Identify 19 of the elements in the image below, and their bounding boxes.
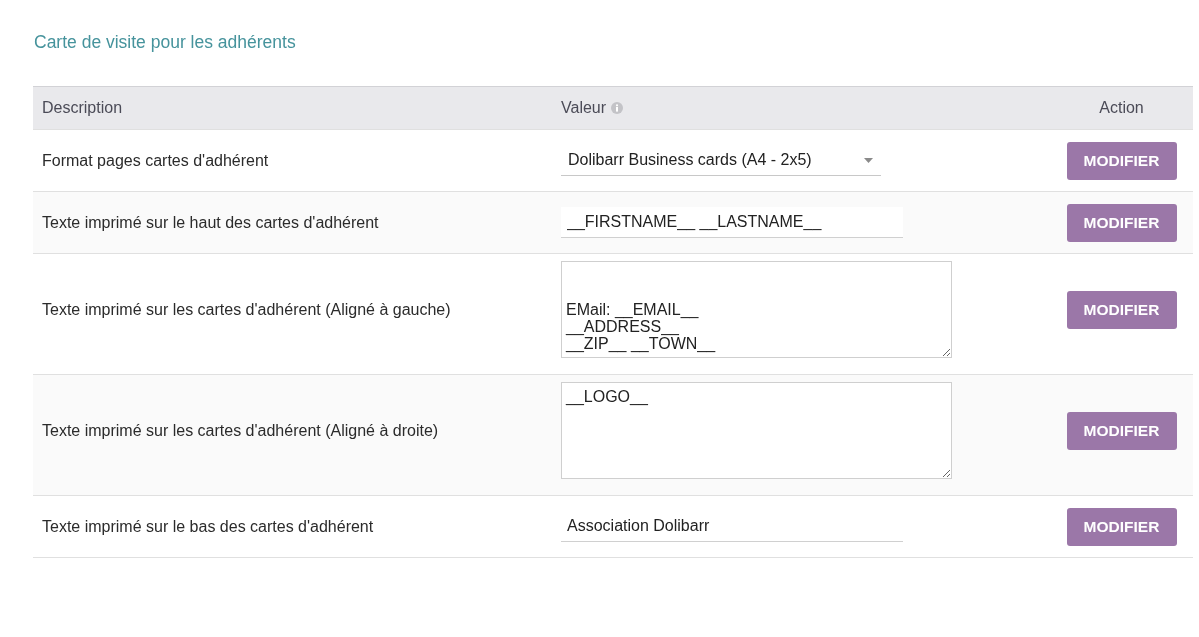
setting-description: Texte imprimé sur les cartes d'adhérent (Aligné à droite) — [42, 421, 439, 439]
modify-button[interactable]: MODIFIER — [1066, 411, 1177, 450]
modify-button[interactable]: MODIFIER — [1066, 203, 1177, 242]
modify-button[interactable]: MODIFIER — [1066, 290, 1177, 329]
format-select[interactable]: Dolibarr Business cards (A4 - 2x5) — [561, 145, 881, 176]
text-area[interactable]: __LOGO__ — [561, 382, 952, 479]
modify-button[interactable]: MODIFIER — [1066, 507, 1177, 546]
setting-description: Texte imprimé sur le haut des cartes d'adhérent — [42, 213, 379, 231]
text-area[interactable]: EMail: __EMAIL__ __ADDRESS__ __ZIP__ __TOWN__ — [561, 261, 952, 358]
modify-button[interactable]: MODIFIER — [1066, 141, 1177, 180]
section-title: Carte de visite pour les adhérents — [33, 31, 296, 53]
column-header: Description — [42, 99, 123, 118]
column-header: Action — [1099, 99, 1144, 118]
column-header: Valeur — [561, 99, 607, 118]
setting-description: Texte imprimé sur le bas des cartes d'adhérent — [42, 517, 374, 535]
text-input[interactable]: __FIRSTNAME__ __LASTNAME__ — [561, 207, 903, 238]
caret-icon — [864, 157, 873, 163]
setting-description: Format pages cartes d'adhérent — [42, 151, 269, 169]
setting-description: Texte imprimé sur les cartes d'adhérent (Aligné à gauche) — [42, 300, 451, 318]
